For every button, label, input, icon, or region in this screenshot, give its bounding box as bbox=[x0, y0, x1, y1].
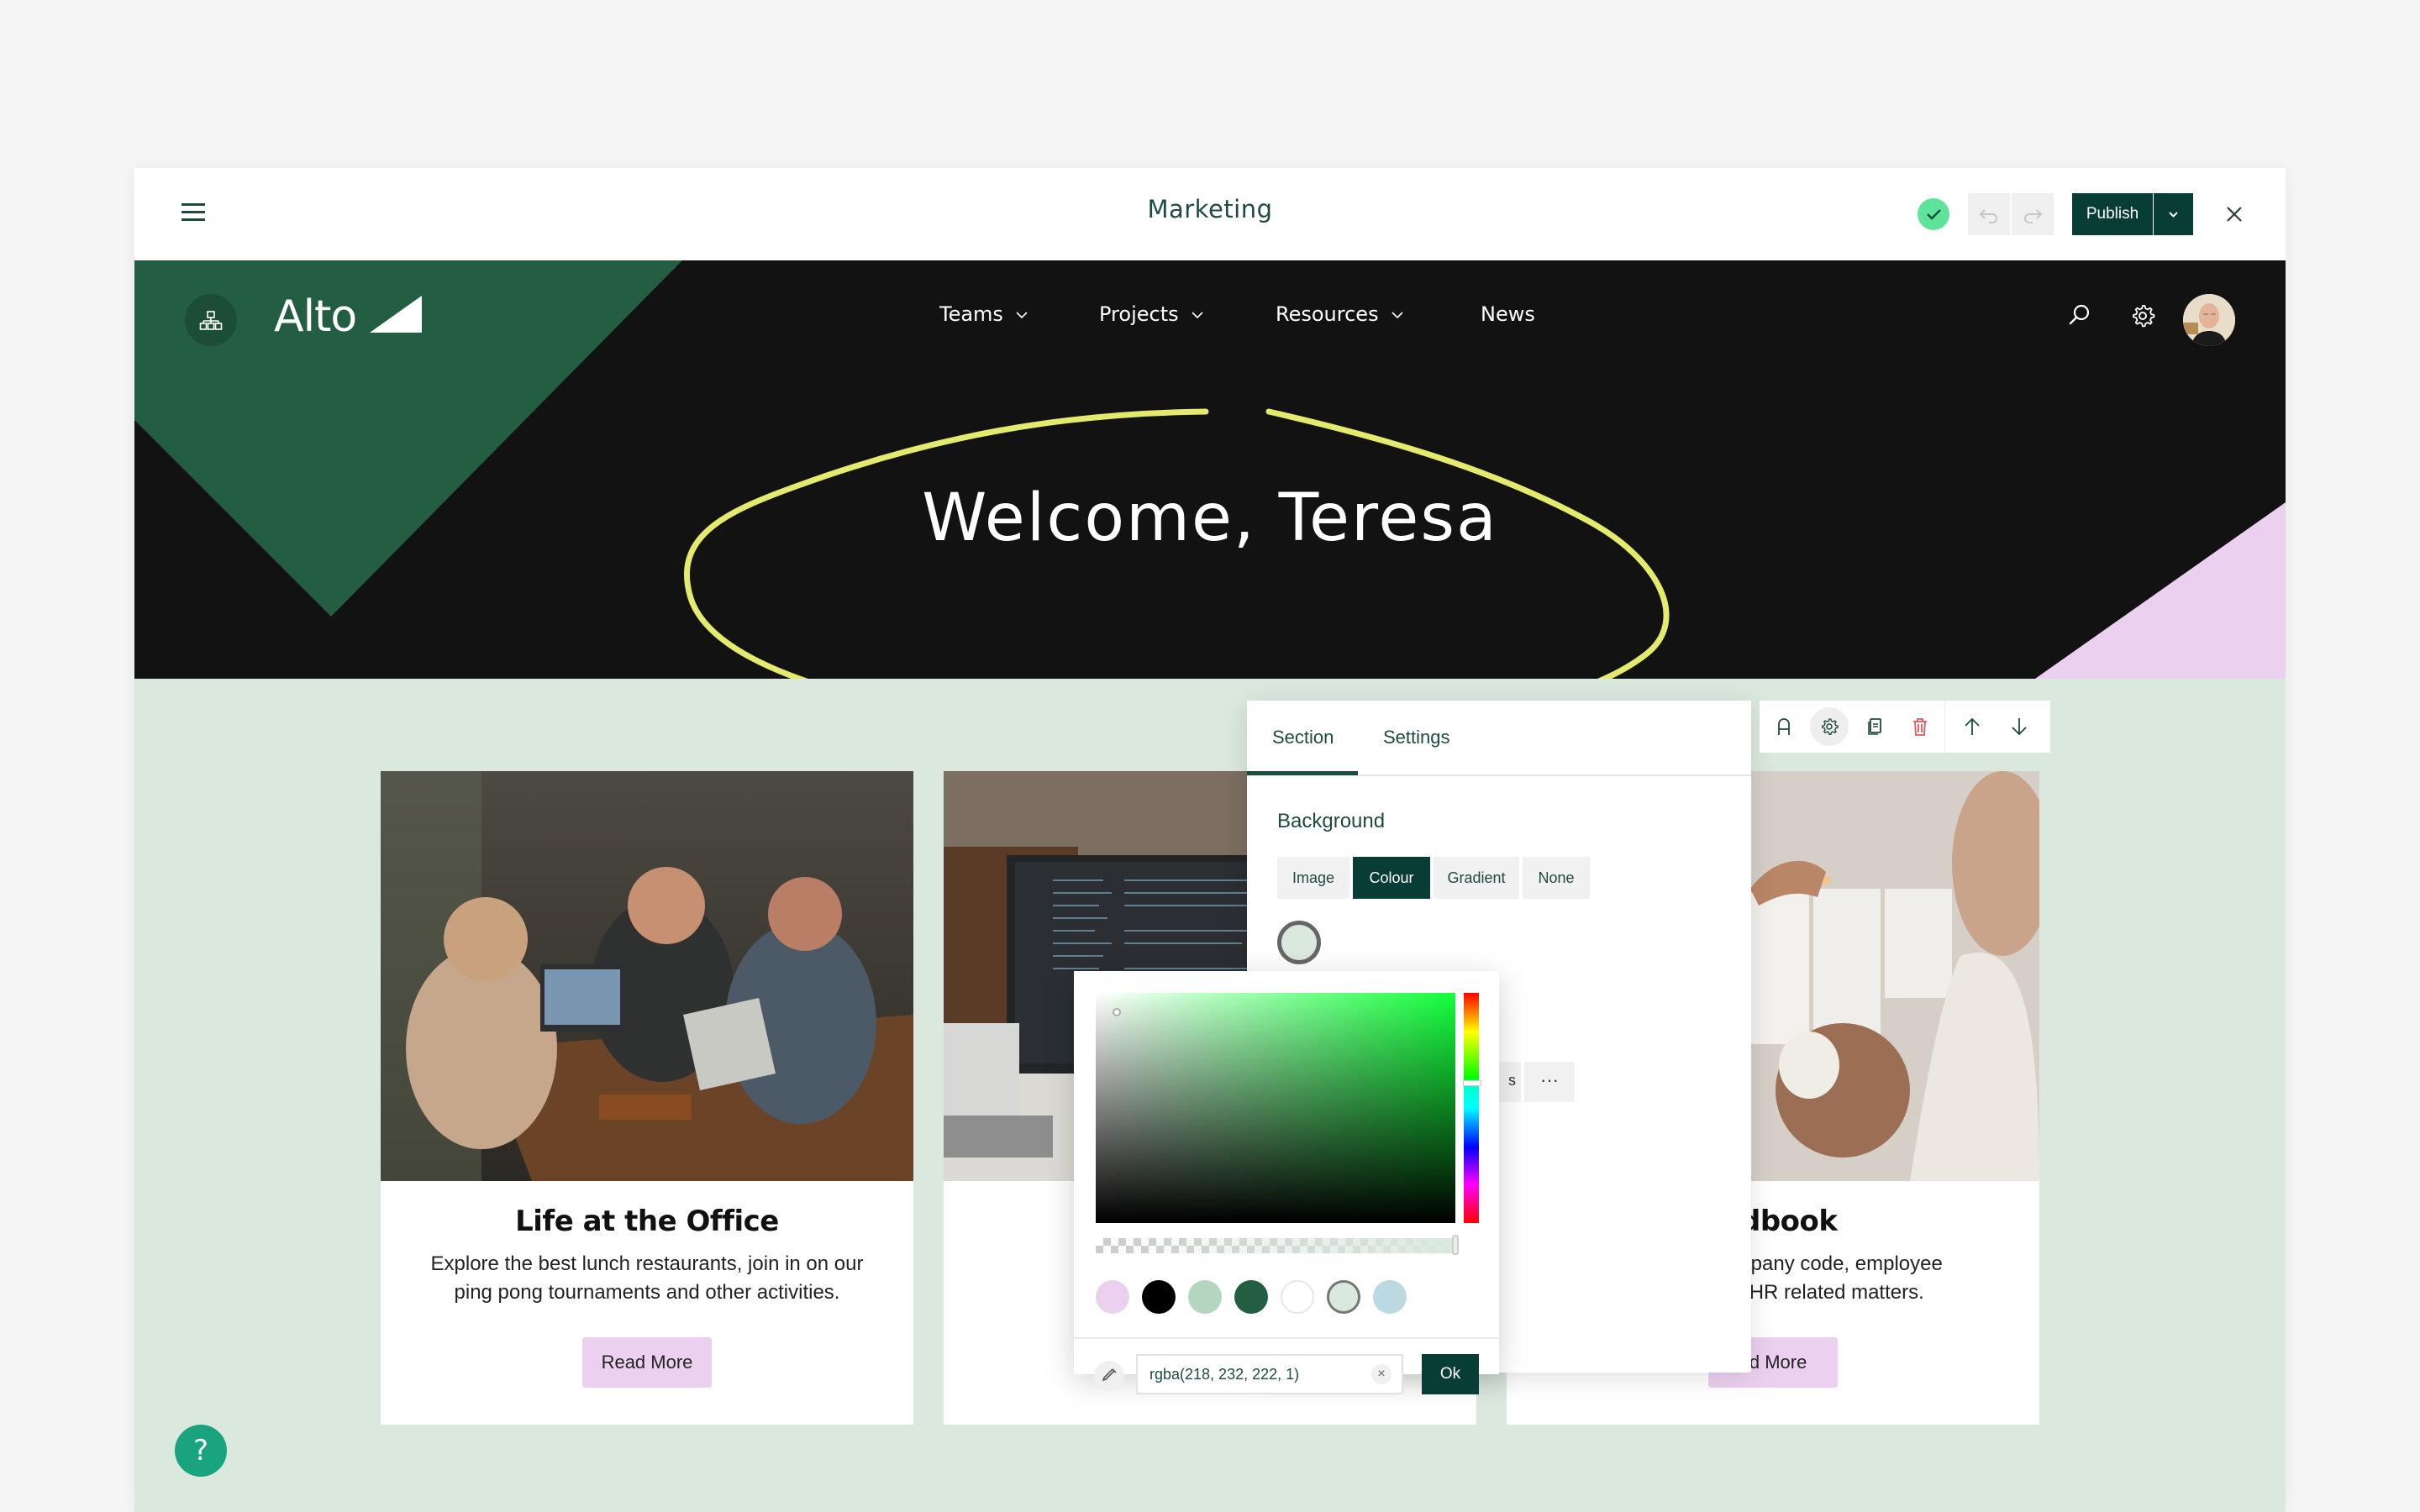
chevron-down-icon bbox=[2169, 212, 2178, 218]
alpha-handle[interactable] bbox=[1452, 1235, 1459, 1255]
search-icon bbox=[2069, 304, 2090, 325]
bg-option-none[interactable]: None bbox=[1523, 857, 1590, 899]
hue-slider[interactable] bbox=[1463, 993, 1481, 1223]
document-title: Marketing bbox=[1147, 195, 1273, 223]
duplicate-icon bbox=[1868, 718, 1881, 735]
chevron-down-icon bbox=[1192, 312, 1203, 319]
saturation-handle[interactable] bbox=[1113, 1008, 1121, 1016]
lock-icon bbox=[1778, 718, 1790, 735]
option-label: s bbox=[1508, 1072, 1516, 1089]
tab-settings[interactable]: Settings bbox=[1383, 701, 1450, 774]
help-button[interactable]: ? bbox=[175, 1425, 227, 1477]
bg-option-image[interactable]: Image bbox=[1277, 857, 1349, 899]
tab-section[interactable]: Section bbox=[1272, 701, 1334, 774]
search-button[interactable] bbox=[2067, 302, 2092, 328]
publish-options-button[interactable] bbox=[2154, 193, 2193, 235]
block-settings-button[interactable] bbox=[1810, 707, 1849, 746]
clear-color-button[interactable]: × bbox=[1371, 1364, 1392, 1384]
undo-icon bbox=[1979, 209, 1997, 223]
bg-option-colour[interactable]: Colour bbox=[1353, 857, 1430, 899]
delete-button[interactable] bbox=[1901, 707, 1939, 746]
logo-triangle-icon bbox=[369, 296, 422, 333]
gear-icon bbox=[2133, 305, 2155, 328]
sitemap-button[interactable] bbox=[185, 294, 237, 346]
chevron-down-icon bbox=[1392, 312, 1403, 319]
color-preset-swatch[interactable] bbox=[1234, 1280, 1268, 1314]
move-down-button[interactable] bbox=[2000, 707, 2039, 746]
nav-label: Resources bbox=[1276, 302, 1379, 326]
office-photo bbox=[381, 771, 913, 1181]
color-preset-swatch[interactable] bbox=[1188, 1280, 1222, 1314]
alpha-slider[interactable] bbox=[1096, 1235, 1459, 1255]
color-preset-swatch[interactable] bbox=[1142, 1280, 1176, 1314]
welcome-heading: Welcome, Teresa bbox=[922, 480, 1498, 556]
eyedropper-icon bbox=[1102, 1368, 1117, 1382]
close-icon bbox=[2227, 207, 2242, 222]
duplicate-button[interactable] bbox=[1855, 707, 1894, 746]
hero-decor bbox=[134, 260, 2286, 679]
read-more-button[interactable]: Read More bbox=[582, 1337, 712, 1388]
redo-button[interactable] bbox=[2012, 193, 2054, 235]
editor-window: Marketing Publish Alto Teams Projects Re… bbox=[134, 168, 2286, 1512]
toolbar-divider bbox=[1944, 701, 1945, 753]
user-avatar[interactable] bbox=[2183, 294, 2235, 346]
card-text: Company code, employee and HR related mat… bbox=[1708, 1250, 2011, 1307]
color-preset-swatch[interactable] bbox=[1096, 1280, 1129, 1314]
eyedropper-button[interactable] bbox=[1094, 1361, 1124, 1391]
color-preset-swatch[interactable] bbox=[1281, 1280, 1314, 1314]
undo-button[interactable] bbox=[1968, 193, 2010, 235]
site-logo[interactable]: Alto bbox=[274, 291, 422, 342]
nav-item-projects[interactable]: Projects bbox=[1099, 302, 1204, 326]
color-picker-popover: × Ok bbox=[1074, 971, 1499, 1394]
picker-divider bbox=[1074, 1337, 1499, 1339]
color-value-input[interactable] bbox=[1136, 1354, 1403, 1394]
hero-section: Alto Teams Projects Resources News Welco… bbox=[134, 260, 2286, 679]
trash-icon bbox=[1913, 718, 1927, 736]
avatar-image bbox=[2183, 294, 2235, 346]
chevron-down-icon bbox=[1016, 312, 1028, 319]
nav-label: Teams bbox=[939, 302, 1003, 326]
arrow-up-icon bbox=[1965, 717, 1980, 735]
redo-icon bbox=[2024, 209, 2043, 223]
hue-handle[interactable] bbox=[1463, 1080, 1481, 1086]
lock-button[interactable] bbox=[1765, 707, 1803, 746]
more-options-button[interactable]: ··· bbox=[1524, 1062, 1575, 1102]
active-tab-indicator bbox=[1247, 771, 1358, 775]
current-color-swatch[interactable] bbox=[1277, 921, 1321, 964]
saturation-value-area[interactable] bbox=[1096, 993, 1455, 1223]
close-editor-button[interactable] bbox=[2220, 200, 2249, 228]
color-preset-swatch[interactable] bbox=[1373, 1280, 1407, 1314]
gear-icon bbox=[1822, 718, 1839, 735]
color-preset-swatch[interactable] bbox=[1327, 1280, 1360, 1314]
sitemap-icon bbox=[199, 311, 223, 330]
background-label: Background bbox=[1277, 810, 1386, 832]
card-title: Life at the Office bbox=[515, 1205, 779, 1238]
nav-item-teams[interactable]: Teams bbox=[939, 302, 1028, 326]
editor-top-bar: Marketing Publish bbox=[134, 168, 2286, 262]
block-toolbar bbox=[1760, 701, 2050, 753]
move-up-button[interactable] bbox=[1953, 707, 1991, 746]
card-text: Explore the best lunch restaurants, join… bbox=[430, 1252, 864, 1304]
arrow-down-icon bbox=[2012, 718, 2027, 736]
ok-button[interactable]: Ok bbox=[1422, 1354, 1479, 1394]
settings-button[interactable] bbox=[2129, 302, 2156, 329]
nav-item-news[interactable]: News bbox=[1481, 302, 1535, 326]
nav-item-resources[interactable]: Resources bbox=[1276, 302, 1404, 326]
saved-status-icon bbox=[1918, 198, 1949, 230]
publish-button[interactable]: Publish bbox=[2072, 193, 2153, 235]
nav-label: Projects bbox=[1099, 302, 1179, 326]
logo-text: Alto bbox=[274, 291, 357, 342]
bg-option-gradient[interactable]: Gradient bbox=[1434, 857, 1519, 899]
nav-label: News bbox=[1481, 302, 1535, 326]
card-life-at-office: Life at the Office Explore the best lunc… bbox=[381, 771, 913, 1425]
